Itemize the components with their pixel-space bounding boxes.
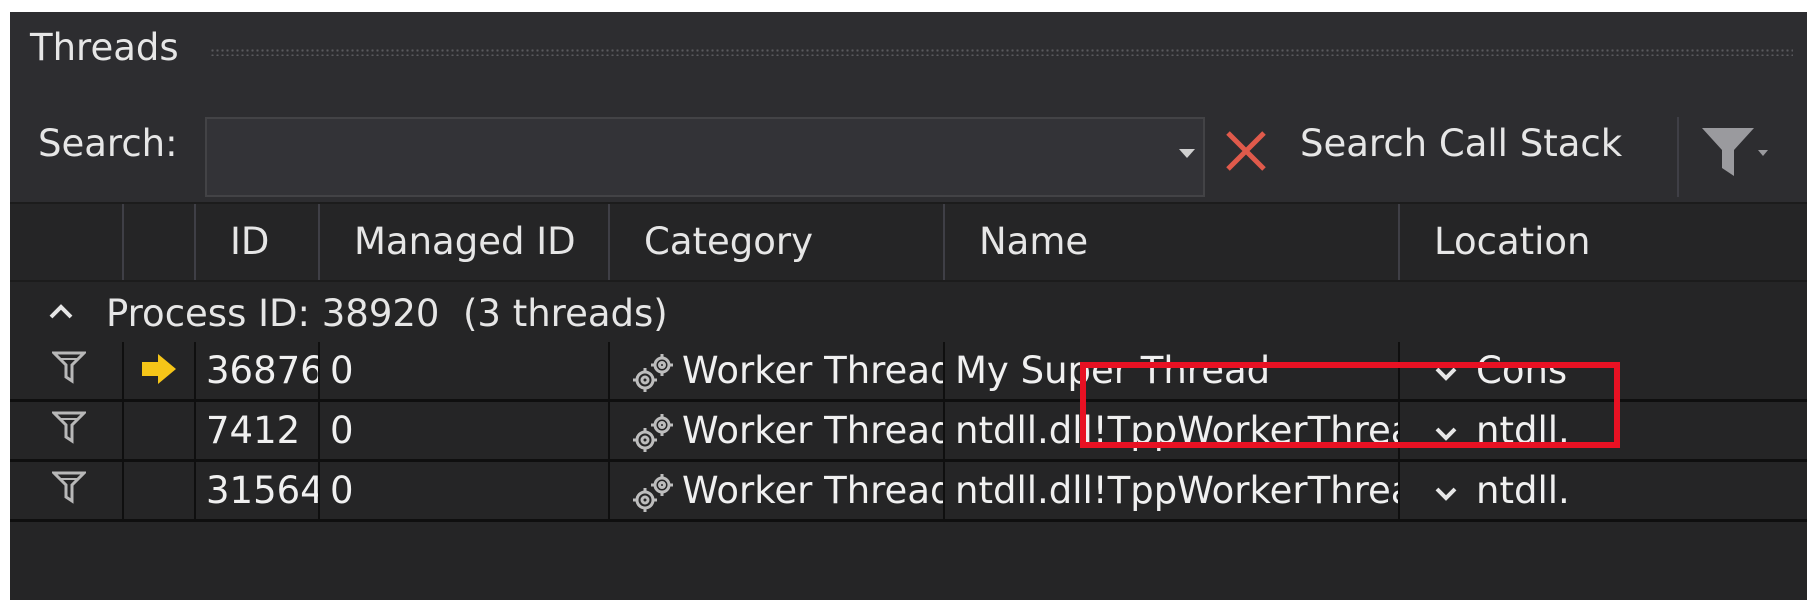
location-cell[interactable]: ntdll. — [1400, 462, 1807, 519]
search-call-stack-toggle[interactable]: Search Call Stack — [1300, 122, 1622, 165]
managed-id-text: 0 — [330, 349, 354, 392]
category-text: Worker Thread — [682, 469, 945, 512]
category-text: Worker Thread — [682, 409, 945, 452]
grid-header: ID Managed ID Category Name Location — [10, 202, 1807, 282]
thread-row[interactable]: 36876 0 Worker Thread My Super Thread Cons — [10, 342, 1807, 402]
name-cell[interactable]: ntdll.dll!TppWorkerThread — [945, 462, 1400, 519]
managed-id-cell[interactable]: 0 — [320, 342, 610, 399]
current-thread-cell — [124, 402, 196, 459]
search-dropdown-icon[interactable] — [1179, 149, 1195, 158]
flag-icon[interactable] — [50, 470, 88, 513]
flag-cell[interactable] — [10, 402, 124, 459]
search-combobox[interactable] — [205, 117, 1205, 197]
name-text: My Super Thread — [955, 349, 1271, 392]
category-text: Worker Thread — [682, 349, 945, 392]
managed-id-text: 0 — [330, 409, 354, 452]
clear-search-icon[interactable] — [1222, 127, 1270, 175]
chevron-down-icon — [1758, 150, 1768, 156]
window-titlebar[interactable]: Threads — [10, 12, 1807, 82]
location-cell[interactable]: Cons — [1400, 342, 1807, 399]
thread-row[interactable]: 7412 0 Worker Thread ntdll.dll!TppWorkerThr… — [10, 402, 1807, 462]
chevron-down-icon[interactable] — [1434, 469, 1476, 512]
toolbar-separator — [1677, 117, 1679, 197]
id-text: 7412 — [206, 409, 301, 452]
name-cell[interactable]: My Super Thread — [945, 342, 1400, 399]
process-group-row[interactable]: Process ID: 38920 (3 threads) — [10, 282, 1807, 342]
grid-bottom-strip — [10, 582, 1807, 600]
flag-cell[interactable] — [10, 462, 124, 519]
id-cell[interactable]: 36876 — [196, 342, 320, 399]
column-header-managed-id[interactable]: Managed ID — [320, 204, 610, 280]
process-group-label: Process ID: 38920 (3 threads) — [106, 292, 668, 335]
window-title: Threads — [30, 26, 179, 69]
column-header-category[interactable]: Category — [610, 204, 945, 280]
column-header-name[interactable]: Name — [945, 204, 1400, 280]
search-input[interactable] — [207, 119, 1157, 195]
chevron-up-icon[interactable] — [46, 296, 76, 326]
id-text: 36876 — [206, 349, 320, 392]
name-text: ntdll.dll!TppWorkerThread — [955, 409, 1400, 452]
column-header-current[interactable] — [124, 204, 196, 280]
category-cell[interactable]: Worker Thread — [610, 462, 945, 519]
chevron-down-icon[interactable] — [1434, 349, 1476, 392]
filter-button[interactable] — [1700, 124, 1770, 184]
category-cell[interactable]: Worker Thread — [610, 342, 945, 399]
toolbar: Search: Search Call Stack — [10, 82, 1807, 202]
search-label: Search: — [38, 122, 178, 165]
id-text: 31564 — [206, 469, 320, 512]
flag-cell[interactable] — [10, 342, 124, 399]
flag-icon[interactable] — [50, 410, 88, 453]
thread-row[interactable]: 31564 0 Worker Thread ntdll.dll!TppWorkerTh… — [10, 462, 1807, 522]
id-cell[interactable]: 7412 — [196, 402, 320, 459]
column-header-location[interactable]: Location — [1400, 204, 1807, 280]
category-cell[interactable]: Worker Thread — [610, 402, 945, 459]
id-cell[interactable]: 31564 — [196, 462, 320, 519]
funnel-icon — [1702, 128, 1754, 176]
threads-window: Threads Search: Search Call Stack ID Man… — [10, 12, 1807, 600]
chevron-down-icon[interactable] — [1434, 409, 1476, 452]
gears-icon — [630, 409, 682, 452]
current-thread-cell — [124, 462, 196, 519]
location-text: Cons — [1476, 349, 1568, 392]
current-thread-cell — [124, 342, 196, 399]
location-text: ntdll. — [1476, 469, 1570, 512]
gears-icon — [630, 349, 682, 392]
managed-id-cell[interactable]: 0 — [320, 402, 610, 459]
managed-id-cell[interactable]: 0 — [320, 462, 610, 519]
managed-id-text: 0 — [330, 469, 354, 512]
location-cell[interactable]: ntdll. — [1400, 402, 1807, 459]
gears-icon — [630, 469, 682, 512]
flag-icon[interactable] — [50, 350, 88, 393]
column-header-flag[interactable] — [10, 204, 124, 280]
name-text: ntdll.dll!TppWorkerThread — [955, 469, 1400, 512]
name-cell[interactable]: ntdll.dll!TppWorkerThread — [945, 402, 1400, 459]
column-header-id[interactable]: ID — [196, 204, 320, 280]
titlebar-grip[interactable] — [210, 48, 1793, 56]
location-text: ntdll. — [1476, 409, 1570, 452]
current-thread-arrow-icon — [140, 352, 180, 395]
